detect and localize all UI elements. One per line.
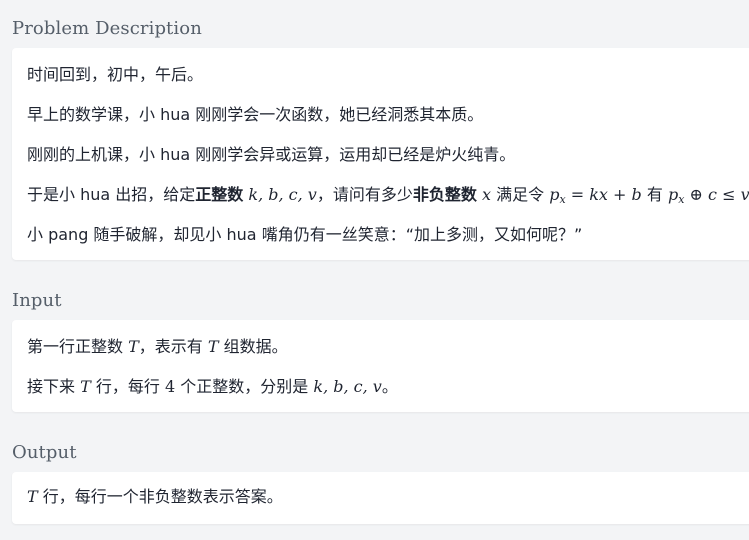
input-line-2-text-4: 。	[381, 377, 398, 396]
input-line-1-text-2: ，表示有	[138, 337, 203, 356]
section-title-problem-description: Problem Description	[12, 18, 202, 39]
math-kx-plus-b: = kx + b	[565, 185, 642, 204]
input-line-1-text-1: 第一行正整数	[27, 337, 124, 356]
problem-line-1: 时间回到，初中，午后。	[27, 65, 204, 84]
input-line-2-text-2: 行，每行	[95, 377, 160, 396]
math-kbcv: k, b, c, v	[313, 377, 382, 396]
problem-line-4-text-2: ，请问有多少	[316, 185, 413, 204]
bold-nonnegative-integers: 非负整数	[412, 185, 477, 204]
math-px-definition: px = kx + b	[549, 185, 642, 205]
output-line-1: T 行，每行一个非负整数表示答案。	[27, 486, 283, 508]
math-p: p	[549, 185, 560, 204]
math-T: T	[207, 337, 219, 356]
bold-positive-integers: 正整数	[195, 185, 244, 204]
math-T: T	[80, 377, 91, 396]
problem-line-3: 刚刚的上机课，小 hua 刚刚学会异或运算，运用却已经是炉火纯青。	[27, 145, 516, 164]
problem-line-4-text-3: 满足令	[496, 185, 545, 204]
section-title-output: Output	[12, 442, 77, 463]
problem-description-card: 时间回到，初中，午后。 早上的数学课，小 hua 刚刚学会一次函数，她已经洞悉其…	[12, 48, 749, 260]
problem-line-4-text-4: 有	[646, 185, 663, 204]
math-xor-condition: px ⊕ c ≤ v	[667, 185, 749, 205]
problem-line-2: 早上的数学课，小 hua 刚刚学会一次函数，她已经洞悉其本质。	[27, 105, 484, 124]
problem-line-4: 于是小 hua 出招，给定正整数 k, b, c, v，请问有多少非负整数 x …	[27, 184, 749, 206]
input-line-2: 接下来 T 行，每行 4 个正整数，分别是 k, b, c, v。	[27, 376, 398, 398]
problem-line-4-text-1: 于是小 hua 出招，给定	[27, 185, 196, 204]
math-p: p	[667, 185, 679, 204]
input-line-2-text-3: 个正整数，分别是	[180, 377, 309, 396]
math-xor-c-le-v: ⊕ c ≤ v	[684, 185, 749, 204]
input-line-1-text-3: 组数据。	[223, 337, 288, 356]
math-x: x	[481, 185, 491, 204]
math-T: T	[27, 487, 38, 506]
input-line-1: 第一行正整数 T，表示有 T 组数据。	[27, 336, 288, 358]
math-4: 4	[164, 377, 176, 396]
math-kbcv: k, b, c, v	[248, 185, 317, 204]
output-line-1-text: 行，每行一个非负整数表示答案。	[42, 487, 283, 506]
input-line-2-text-1: 接下来	[27, 377, 76, 396]
math-T: T	[128, 337, 139, 356]
problem-line-5: 小 pang 随手破解，却见小 hua 嘴角仍有一丝笑意：“加上多测，又如何呢？…	[27, 225, 583, 244]
input-card: 第一行正整数 T，表示有 T 组数据。 接下来 T 行，每行 4 个正整数，分别…	[12, 320, 749, 412]
section-title-input: Input	[12, 290, 62, 311]
output-card: T 行，每行一个非负整数表示答案。	[12, 472, 749, 524]
